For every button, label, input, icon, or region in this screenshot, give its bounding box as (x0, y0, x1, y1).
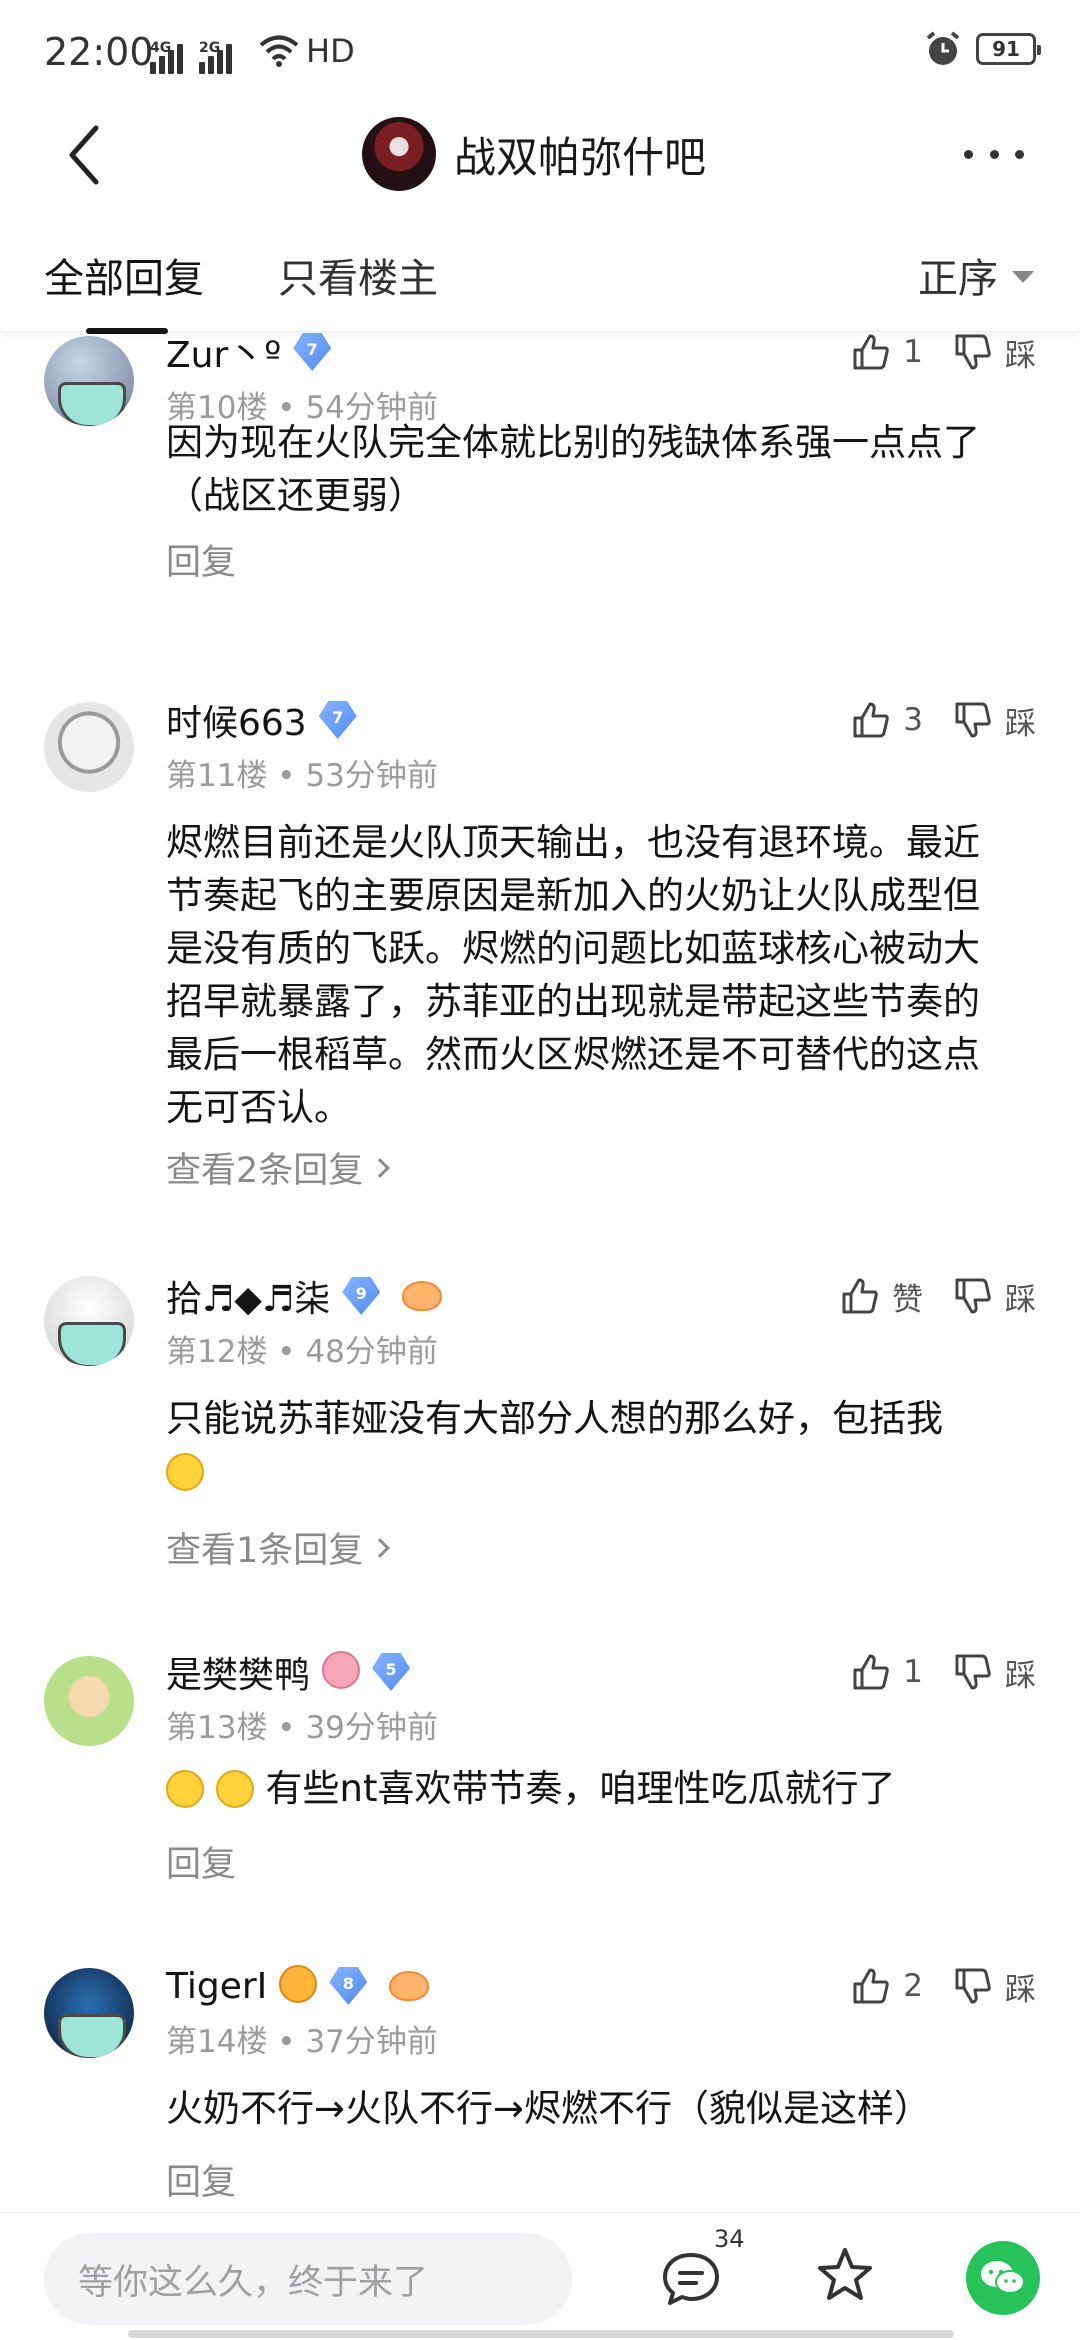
favorite-star-icon[interactable] (814, 2245, 876, 2307)
reply-content: 火奶不行→火队不行→烬燃不行（貌似是这样） (166, 2087, 932, 2130)
tab-all-replies[interactable]: 全部回复 (44, 246, 204, 304)
wifi-icon (259, 35, 299, 67)
tab-active-indicator (86, 328, 168, 334)
member-badge-icon (389, 1971, 430, 2001)
forum-avatar (362, 117, 436, 191)
comment-count: 34 (714, 2225, 745, 2253)
forum-title[interactable]: 战双帕弥什吧 (362, 114, 706, 194)
reply-item: TigerI 8 第14楼 • 37分钟前 2 踩 火奶不行→火队不行→烬燃不行… (0, 332, 1080, 2212)
status-bar: 22:00 4G 2G HD 91 (0, 0, 1080, 104)
reply-input-placeholder: 等你这么久，终于来了 (78, 2262, 429, 2303)
caret-down-icon (1012, 271, 1034, 283)
thumbs-up-icon (853, 1968, 890, 2004)
reply-input[interactable]: 等你这么久，终于来了 (44, 2233, 572, 2325)
home-indicator[interactable] (128, 2330, 954, 2338)
user-avatar[interactable] (44, 1968, 134, 2058)
reply-list: Zur丶º 7 第10楼 • 54分钟前 1 踩 因为现在火队完全体就比别的残缺… (0, 332, 1080, 2212)
like-button[interactable]: 2 (851, 1966, 923, 2006)
reply-tab-bar: 全部回复 只看楼主 正序 (0, 224, 1080, 334)
signal-2g-icon: 2G (199, 40, 232, 74)
like-count: 2 (903, 1968, 923, 2004)
more-options-icon[interactable] (964, 142, 1024, 166)
alarm-icon (926, 31, 960, 65)
floor-time: 第14楼 • 37分钟前 (166, 2024, 438, 2060)
tab-owner-only[interactable]: 只看楼主 (278, 246, 438, 304)
bottom-bar: 等你这么久，终于来了 34 (0, 2212, 1080, 2340)
reply-link[interactable]: 回复 (166, 2154, 236, 2205)
tiger-emoji-icon (279, 1965, 318, 2003)
signal-4g-icon: 4G (150, 40, 183, 74)
level-badge: 8 (329, 1967, 368, 2005)
sort-dropdown[interactable]: 正序 (918, 246, 1034, 304)
signal-4g-label: 4G (150, 40, 172, 56)
sort-label: 正序 (918, 256, 998, 302)
username[interactable]: TigerI (166, 1966, 267, 2007)
signal-icons: 4G 2G (150, 34, 244, 74)
title-bar: 战双帕弥什吧 (0, 104, 1080, 204)
reply-link-label: 回复 (166, 2163, 237, 2203)
back-icon[interactable] (58, 120, 118, 190)
status-right: 91 (924, 30, 1041, 68)
wechat-share-button[interactable] (966, 2241, 1040, 2315)
wechat-icon (981, 2261, 1025, 2294)
battery-icon: 91 (976, 33, 1041, 65)
status-time: 22:00 (44, 30, 154, 74)
forum-name: 战双帕弥什吧 (454, 132, 707, 182)
hd-label: HD (306, 32, 355, 70)
reply-actions: 2 踩 (851, 1962, 1036, 2010)
signal-2g-label: 2G (199, 40, 221, 56)
thumbs-down-icon (955, 1968, 991, 2004)
dislike-button[interactable]: 踩 (953, 1964, 1036, 2009)
dislike-label: 踩 (1005, 1971, 1036, 2008)
comment-icon[interactable] (660, 2251, 722, 2307)
user-row: TigerI 8 (166, 1962, 430, 2010)
